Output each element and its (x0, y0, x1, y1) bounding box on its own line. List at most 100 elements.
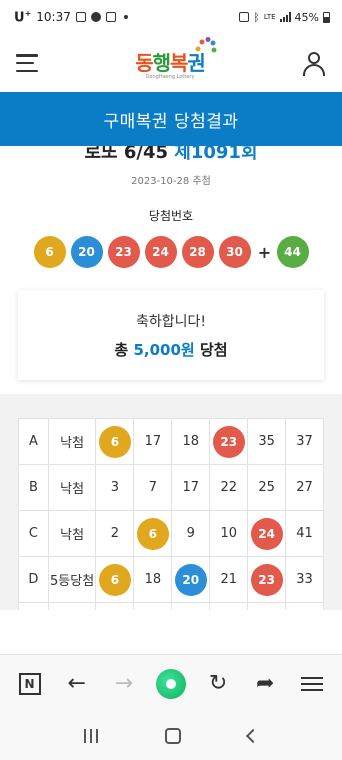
ticket-id: E (18, 602, 49, 610)
ticket-result: 낙첨 (47, 602, 97, 610)
browser-toolbar: N ← → ↻ ➦ (0, 654, 342, 712)
matched-number-ball: 24 (250, 517, 283, 550)
ticket-number-cell: 6 (133, 510, 173, 557)
ticket-id: C (18, 510, 49, 557)
ticket-number-cell: 3 (95, 464, 135, 511)
ticket-row: C 낙첨 2 6 9 10 24 41 (18, 510, 324, 557)
ticket-result: 낙첨 (47, 464, 97, 511)
ticket-number: 22 (220, 480, 237, 495)
ticket-id: B (18, 464, 49, 511)
ticket-number-cell: 2 (95, 510, 135, 557)
ticket-number-cell: 33 (285, 556, 324, 603)
winning-ball: 30 (218, 236, 251, 268)
status-left: U+ 10:37 (14, 9, 128, 25)
ticket-number: 37 (296, 434, 313, 449)
menu-button[interactable] (294, 666, 330, 702)
matched-number-ball: 23 (250, 563, 283, 596)
section-divider (0, 394, 342, 418)
ticket-number-cell: 18 (171, 418, 211, 465)
ticket-result: 낙첨 (47, 418, 97, 465)
ticket-number: 27 (296, 480, 313, 495)
winning-ball: 24 (144, 236, 177, 268)
ticket-number-cell: 13 (171, 602, 211, 610)
gallery-notification-icon (75, 11, 86, 22)
ticket-number-cell: 22 (209, 464, 249, 511)
forward-arrow-icon: → (114, 671, 134, 696)
ticket-number-cell: 20 (171, 556, 211, 603)
carrier-label: U+ (14, 8, 32, 26)
network-type: LTE (263, 13, 276, 21)
ticket-number-cell: 24 (247, 510, 287, 557)
ticket-number-cell: 1 (95, 602, 135, 610)
matched-number-ball: 30 (212, 609, 245, 610)
ticket-number: 41 (296, 526, 313, 541)
ticket-number-cell: 45 (285, 602, 324, 610)
home-button[interactable] (153, 666, 189, 702)
more-notifications-dot-icon (123, 14, 128, 19)
share-icon: ➦ (256, 671, 275, 696)
winning-ball: 6 (33, 236, 66, 268)
winning-ball: 20 (70, 236, 103, 268)
page-title: 구매복권 당첨결과 (103, 111, 239, 132)
naver-n-button[interactable]: N (12, 666, 48, 702)
tickets-section: A 낙첨 6 17 18 23 35 37 B 낙첨 3 7 17 22 25 27 C 낙첨 2 6 9 10 24 41 D… (0, 418, 342, 610)
ticket-number: 25 (258, 480, 275, 495)
ticket-number-cell: 37 (285, 418, 324, 465)
ticket-row: B 낙첨 3 7 17 22 25 27 (18, 464, 324, 511)
back-button[interactable]: ← (59, 666, 95, 702)
ticket-table: A 낙첨 6 17 18 23 35 37 B 낙첨 3 7 17 22 25 27 C 낙첨 2 6 9 10 24 41 D… (18, 418, 324, 610)
ticket-number: 10 (220, 526, 237, 541)
ticket-number: 21 (220, 572, 237, 587)
ticket-number-cell: 17 (133, 418, 173, 465)
app-logo[interactable]: 동행복권 DongHaeng Lottery (135, 36, 217, 80)
ticket-id: D (18, 556, 49, 603)
ticket-number-cell: 41 (285, 510, 324, 557)
result-card: 축하합니다! 총 5,000원 당첨 (18, 290, 324, 380)
winning-numbers: 6 20 23 24 28 30 +44 (0, 236, 342, 268)
ticket-number: 35 (258, 434, 275, 449)
recent-apps-icon[interactable] (83, 729, 98, 743)
draw-round: 제1091회 (174, 146, 258, 163)
user-profile-icon[interactable] (302, 51, 326, 76)
ticket-number: 2 (110, 526, 120, 541)
refresh-button[interactable]: ↻ (200, 666, 236, 702)
menu-icon (301, 676, 324, 691)
ticket-number: 7 (148, 480, 157, 495)
system-nav-bar (0, 712, 342, 760)
ticket-number-cell: 17 (171, 464, 211, 511)
matched-number-ball: 6 (98, 563, 131, 596)
ticket-number: 9 (186, 526, 195, 541)
facebook-notification-icon (90, 11, 101, 22)
ticket-number-cell: 23 (247, 556, 287, 603)
ticket-number-cell: 25 (247, 464, 287, 511)
ticket-number: 18 (144, 572, 162, 587)
ticket-number-cell: 41 (247, 602, 287, 610)
app-notification-icon (105, 11, 116, 22)
refresh-icon: ↻ (208, 671, 228, 696)
ticket-number-cell: 2 (133, 602, 173, 610)
main-content[interactable]: 로또 6/45 제1091회 2023-10-28 추첨 당첨번호 6 20 23 2… (0, 146, 342, 610)
status-bar: U+ 10:37 ᛒ LTE 45% (0, 0, 342, 34)
status-right: ᛒ LTE 45% (239, 11, 330, 24)
ticket-number-cell: 9 (171, 510, 211, 557)
winning-ball: 23 (107, 236, 140, 268)
ticket-result: 낙첨 (47, 510, 97, 557)
forward-button[interactable]: → (106, 666, 142, 702)
ticket-number: 17 (182, 480, 200, 495)
matched-number-ball: 23 (212, 425, 245, 458)
share-button[interactable]: ➦ (247, 666, 283, 702)
logo-subtitle: DongHaeng Lottery (145, 73, 195, 80)
draw-title: 로또 6/45 제1091회 (0, 146, 342, 164)
prize-text: 총 5,000원 당첨 (114, 340, 228, 359)
back-icon[interactable] (246, 728, 261, 744)
page-title-banner: 구매복권 당첨결과 (0, 92, 342, 146)
ticket-id: A (18, 418, 49, 465)
ticket-number: 17 (144, 434, 162, 449)
back-arrow-icon: ← (67, 671, 86, 696)
draw-date: 2023-10-28 추첨 (131, 176, 211, 187)
ticket-number-cell: 6 (95, 418, 135, 465)
home-icon[interactable] (164, 728, 181, 744)
hamburger-menu-icon[interactable] (16, 54, 38, 72)
ticket-row: A 낙첨 6 17 18 23 35 37 (18, 418, 324, 465)
ticket-number-cell: 30 (209, 602, 249, 610)
